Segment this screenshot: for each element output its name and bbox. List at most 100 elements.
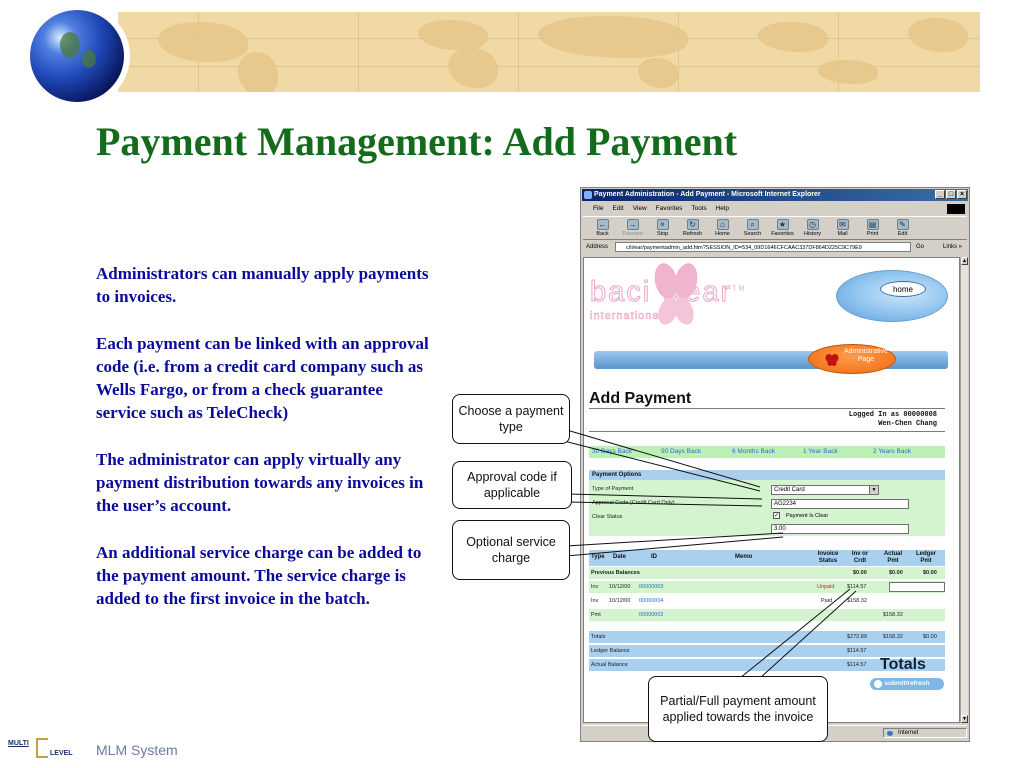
mail-icon: ✉ (836, 219, 849, 230)
home-button[interactable]: ⌂ Home (709, 217, 736, 239)
submit-refresh-button[interactable]: submit/refresh (870, 678, 944, 690)
paragraph-service-charge: An additional service charge can be adde… (96, 543, 422, 608)
table-row: Pmt 00000002 $158.32 (589, 609, 945, 621)
payment-options-panel: Type of Payment Approval Code (Credit Ca… (589, 480, 945, 536)
table-row: Inv 10/12/00 00000004 Paid $158.32 (589, 595, 945, 607)
search-icon: ⌕ (746, 219, 759, 230)
invoice-link[interactable]: 00000003 (639, 581, 663, 593)
address-input[interactable]: c/ii/ear/paymentadmin_add.htm?SESSION_ID… (615, 242, 911, 252)
period-1-year[interactable]: 1 Year Back (803, 446, 838, 458)
back-button[interactable]: ← Back (589, 217, 616, 239)
stop-icon: × (656, 219, 669, 230)
type-of-payment-label: Type of Payment (592, 486, 634, 492)
status-badge: Paid (821, 598, 833, 604)
payment-clear-checkbox[interactable]: ✓ (773, 512, 780, 519)
scroll-down-icon[interactable]: ▼ (961, 715, 968, 723)
minimize-button[interactable]: _ (935, 190, 945, 199)
scroll-up-icon[interactable]: ▲ (961, 257, 968, 265)
divider (589, 431, 945, 432)
callout-service-charge: Optional service charge (452, 520, 570, 580)
col-date: Date (613, 554, 627, 560)
menu-help[interactable]: Help (716, 203, 729, 215)
service-charge-input[interactable]: 3.00 (771, 524, 909, 534)
col-invoice-status: Invoice Status (817, 551, 839, 564)
prev-actual: $0.00 (889, 570, 903, 576)
invoice-table-header: Type Date ID Memo Invoice Status Inv or … (589, 550, 945, 566)
approval-code-input[interactable]: AG2234 (771, 499, 909, 509)
favorites-button[interactable]: ★ Favorites (769, 217, 796, 239)
browser-titlebar: Payment Administration - Add Payment - M… (582, 189, 968, 201)
payment-options-header: Payment Options (589, 470, 945, 480)
header-map-band (118, 12, 980, 92)
admin-badge-label: Administrative Page (844, 348, 888, 363)
menu-tools[interactable]: Tools (691, 203, 706, 215)
security-zone: Internet (883, 728, 967, 738)
payment-amount-input[interactable] (889, 582, 945, 592)
vertical-scrollbar[interactable]: ▲ ▼ (960, 257, 968, 723)
refresh-button[interactable]: ↻ Refresh (679, 217, 706, 239)
paragraph-manual-apply: Administrators can manually apply paymen… (96, 264, 429, 306)
close-button[interactable]: × (957, 190, 967, 199)
login-info: Logged In as 00000008 Wen-Chen Chang (849, 411, 937, 429)
history-icon: ◷ (806, 219, 819, 230)
globe-icon (30, 10, 124, 102)
payment-link[interactable]: 00000002 (639, 609, 663, 621)
search-button[interactable]: ⌕ Search (739, 217, 766, 239)
footer-text: MLM System (96, 742, 178, 758)
table-row: Inv 10/12/00 00000003 Unpaid $114.57 (589, 581, 945, 593)
forward-button[interactable]: → Forward (619, 217, 646, 239)
invoice-link[interactable]: 00000004 (639, 595, 663, 607)
divider (589, 408, 945, 409)
links-button[interactable]: Links » (943, 241, 962, 254)
approval-code-label: Approval Code (Credit Card Only) (592, 500, 675, 506)
maximize-button[interactable]: □ (946, 190, 956, 199)
windows-logo-icon (947, 204, 965, 214)
ie-icon (584, 191, 592, 199)
col-id: ID (651, 554, 657, 560)
period-2-years[interactable]: 2 Years Back (873, 446, 911, 458)
previous-balances-row: Previous Balances $0.00 $0.00 $0.00 (589, 567, 945, 579)
home-icon: ⌂ (716, 219, 729, 230)
go-button[interactable]: Go (916, 241, 924, 254)
logged-in-text: Logged In as 00000008 (848, 411, 937, 419)
menu-edit[interactable]: Edit (612, 203, 623, 215)
period-90-days[interactable]: 90 Days Back (661, 446, 701, 458)
window-title: Payment Administration - Add Payment - M… (594, 191, 821, 198)
prev-inv-crdt: $0.00 (853, 570, 867, 576)
page-heading: Add Payment (589, 390, 692, 407)
back-arrow-icon: ← (596, 219, 609, 230)
callout-partial-full: Partial/Full payment amount applied towa… (648, 676, 828, 742)
menu-file[interactable]: File (593, 203, 603, 215)
col-type: Type (591, 554, 605, 560)
browser-toolbar: ← Back → Forward × Stop ↻ Refresh ⌂ Home ⌕ Sea… (583, 216, 967, 240)
callout-approval-code: Approval code if applicable (452, 461, 572, 509)
address-label: Address (586, 244, 609, 250)
period-30-days[interactable]: 30 Days Back (592, 446, 632, 458)
site-home-button[interactable]: home (880, 281, 926, 297)
edit-button[interactable]: ✎ Edit (889, 217, 916, 239)
mail-button[interactable]: ✉ Mail (829, 217, 856, 239)
payment-clear-label: Payment Is Clear (786, 513, 829, 519)
payment-type-select[interactable]: Credit Card ▼ (771, 485, 879, 495)
browser-window: Payment Administration - Add Payment - M… (580, 187, 970, 742)
user-name: Wen-Chen Chang (878, 420, 937, 428)
menu-favorites[interactable]: Favorites (656, 203, 683, 215)
col-ledger-pmt: Ledger Pmt (915, 551, 936, 564)
page-viewport: baci wearTM international home Administr… (583, 257, 960, 723)
paragraph-approval-code: Each payment can be linked with an appro… (96, 334, 429, 422)
forward-arrow-icon: → (626, 219, 639, 230)
print-icon: ▤ (866, 219, 879, 230)
menu-view[interactable]: View (633, 203, 647, 215)
print-button[interactable]: ▤ Print (859, 217, 886, 239)
stop-button[interactable]: × Stop (649, 217, 676, 239)
menu-bar: File Edit View Favorites Tools Help (583, 203, 967, 215)
slide-body: Administrators can manually apply paymen… (96, 262, 431, 634)
history-button[interactable]: ◷ History (799, 217, 826, 239)
totals-heading: Totals (880, 656, 926, 673)
clear-status-label: Clear Status (592, 514, 623, 520)
prev-ledger: $0.00 (923, 570, 937, 576)
period-6-months[interactable]: 6 Months Back (732, 446, 775, 458)
period-filter-bar: 30 Days Back 90 Days Back 6 Months Back … (589, 446, 945, 458)
slide-title: Payment Management: Add Payment (96, 119, 738, 164)
previous-balances-label: Previous Balances (591, 570, 640, 576)
